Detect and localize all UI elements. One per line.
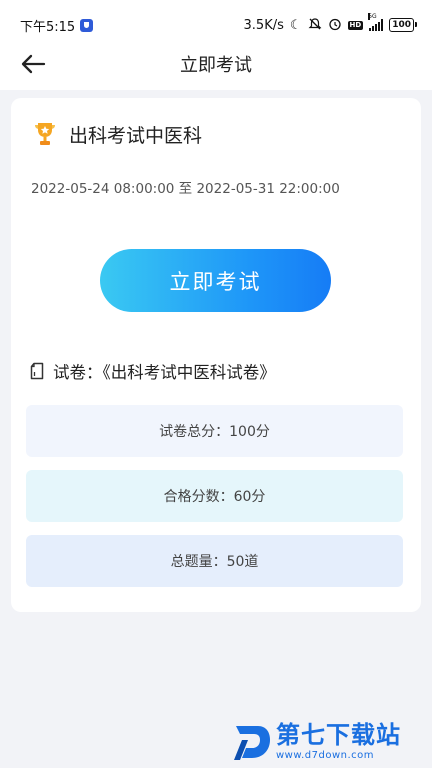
watermark-logo: 第七下载站 www.d7down.com	[232, 716, 432, 768]
network-type: 5G	[368, 13, 377, 20]
exam-card: 出科考试中医科 2022-05-24 08:00:00 至 2022-05-31…	[11, 98, 421, 612]
trophy-icon	[35, 123, 55, 145]
arrow-left-icon	[21, 54, 46, 74]
nav-bar: 立即考试	[0, 38, 432, 90]
back-button[interactable]	[18, 50, 48, 78]
document-icon	[30, 362, 44, 380]
pass-score-box: 合格分数：60分	[26, 470, 403, 522]
exam-time-range: 2022-05-24 08:00:00 至 2022-05-31 22:00:0…	[31, 181, 340, 197]
pass-score-label: 合格分数：60分	[163, 489, 266, 505]
status-left: 下午5:15	[20, 16, 94, 35]
status-time: 下午5:15	[20, 19, 76, 35]
watermark-url: www.d7down.com	[276, 750, 375, 761]
status-right: 3.5K/s ☾ HD 5G 100	[243, 13, 417, 34]
net-speed: 3.5K/s	[243, 17, 284, 33]
hd-icon: HD	[347, 20, 364, 30]
question-count-label: 总题量：50道	[170, 554, 259, 570]
alarm-icon	[328, 17, 342, 34]
start-exam-button[interactable]: 立即考试	[100, 249, 331, 312]
d7-logo-icon	[234, 726, 270, 760]
moon-icon: ☾	[289, 17, 302, 33]
exam-title: 出科考试中医科	[69, 124, 203, 147]
paper-row: 试卷：《出科考试中医科试卷》	[29, 359, 276, 383]
battery-level: 100	[392, 19, 411, 30]
paper-label: 试卷：《出科考试中医科试卷》	[53, 363, 276, 382]
page-title: 立即考试	[180, 55, 252, 76]
question-count-box: 总题量：50道	[26, 535, 403, 587]
total-score-box: 试卷总分：100分	[26, 405, 403, 457]
battery-icon: 100	[389, 18, 417, 32]
shield-icon	[80, 18, 94, 32]
mute-icon	[308, 17, 322, 34]
total-score-label: 试卷总分：100分	[159, 424, 270, 440]
signal-icon: 5G	[368, 13, 384, 31]
watermark-text: 第七下载站 www.d7down.com	[276, 723, 401, 761]
watermark-title: 第七下载站	[276, 721, 401, 749]
exam-title-row: 出科考试中医科	[31, 120, 202, 148]
